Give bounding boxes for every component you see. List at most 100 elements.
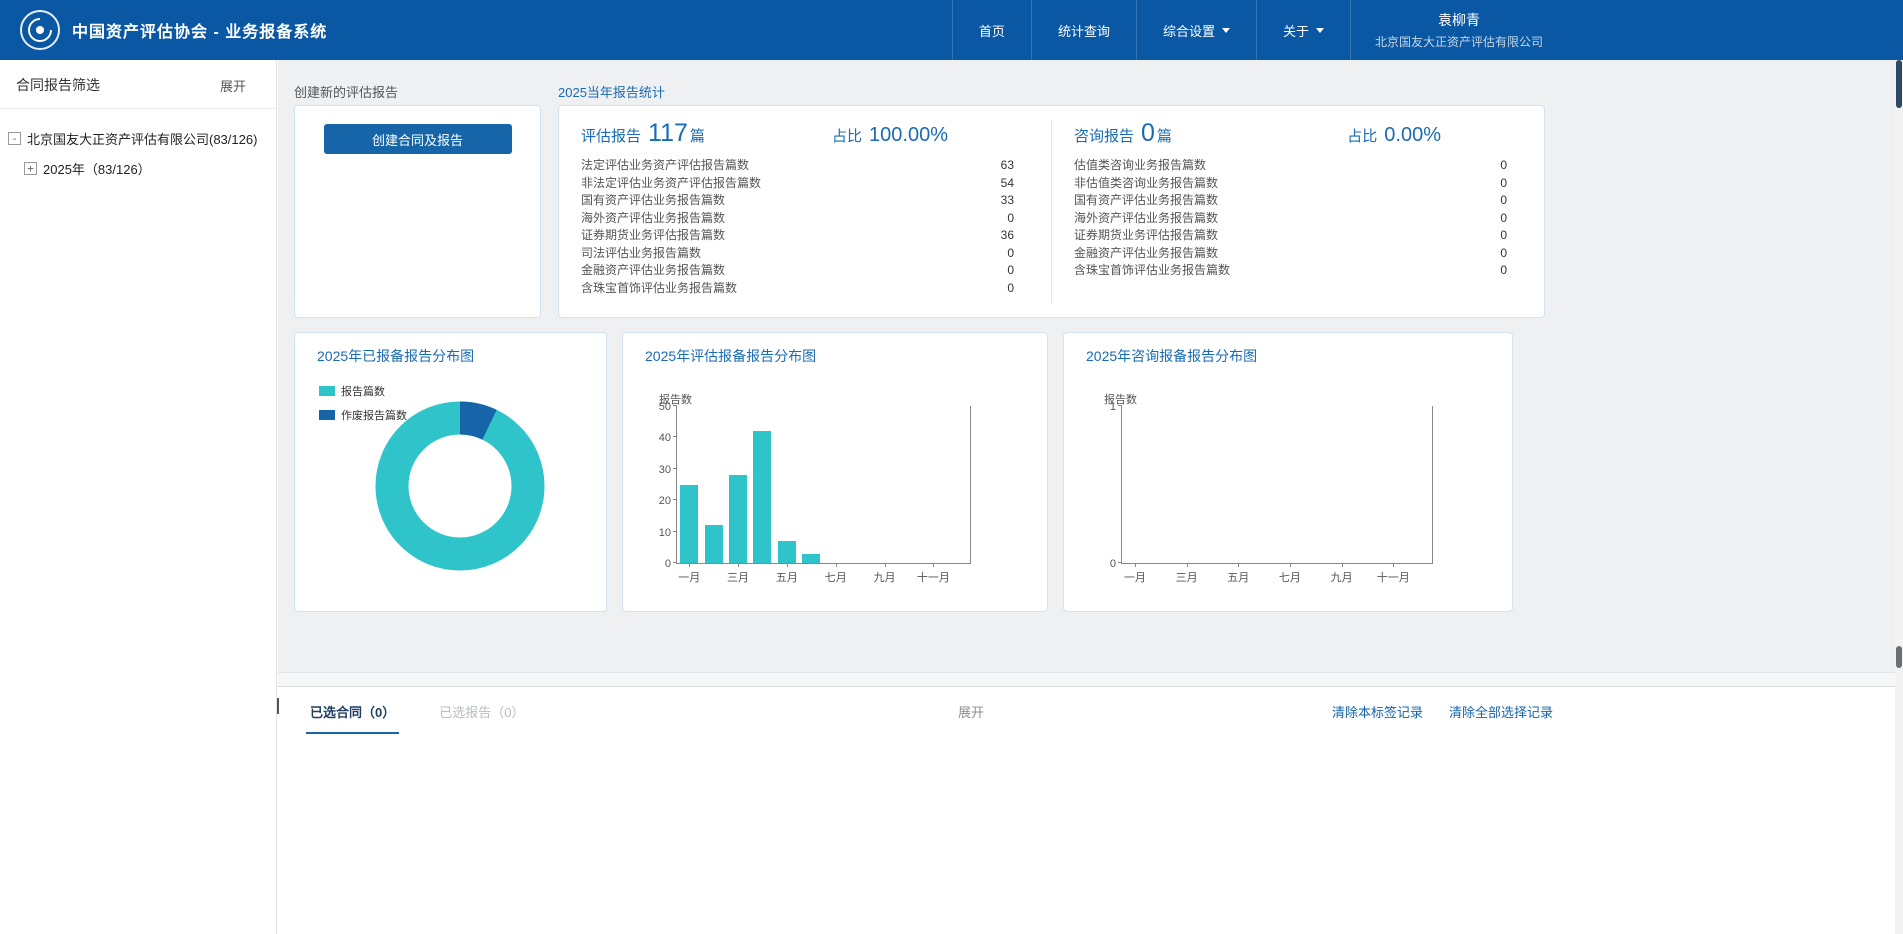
nav-items: 首页 统计查询 综合设置 关于 (952, 0, 1350, 60)
create-contract-report-button[interactable]: 创建合同及报告 (324, 124, 512, 154)
stat-row-label: 非估值类咨询业务报告篇数 (1074, 175, 1218, 193)
user-info[interactable]: 袁柳青 北京国友大正资产评估有限公司 (1350, 0, 1553, 60)
tree-item-year-2025-node[interactable]: +2025年（83/126） (8, 159, 268, 178)
chart-title: 2025年评估报备报告分布图 (623, 333, 1047, 366)
bar (778, 541, 796, 563)
chart-title: 2025年咨询报备报告分布图 (1064, 333, 1512, 366)
stat-row-value: 0 (1500, 210, 1507, 228)
donut-segment-reports (392, 418, 528, 554)
stat-row-value: 0 (1500, 262, 1507, 280)
stat-row-label: 金融资产评估业务报告篇数 (581, 262, 725, 280)
stat-row-label: 海外资产评估业务报告篇数 (581, 210, 725, 228)
consult-count: 0 (1141, 119, 1155, 148)
nav-item-home[interactable]: 首页 (952, 0, 1031, 60)
nav-item-label: 关于 (1283, 21, 1309, 40)
stat-row-value: 0 (1500, 227, 1507, 245)
x-tick-mark (1238, 563, 1239, 567)
eval-stats-rows: 法定评估业务资产评估报告篇数 63非法定评估业务资产评估报告篇数54国有资产评估业… (581, 157, 1014, 297)
content-footer-gap (278, 672, 1903, 686)
bar (729, 475, 747, 563)
app-title: 中国资产评估协会 - 业务报备系统 (72, 18, 327, 42)
stat-row-label: 估值类咨询业务报告篇数 (1074, 157, 1206, 175)
plot-area: 01一月三月五月七月九月十一月 (1121, 406, 1433, 564)
scrollbar-thumb-secondary[interactable] (1896, 646, 1902, 668)
y-tick-label: 30 (659, 464, 671, 476)
eval-monthly-chart-card: 2025年评估报备报告分布图 报告数 01020304050一月三月五月七月九月… (622, 332, 1048, 612)
x-tick-mark (1290, 563, 1291, 567)
stat-row-value: 54 (1001, 175, 1014, 193)
consult-ratio-label: 占比 (1347, 125, 1377, 146)
expand-icon[interactable]: + (24, 162, 37, 175)
stat-row: 非法定评估业务资产评估报告篇数54 (581, 175, 1014, 193)
stat-row: 金融资产评估业务报告篇数0 (1074, 245, 1507, 263)
y-tick-mark (1118, 405, 1122, 406)
stat-row: 金融资产评估业务报告篇数 0 (581, 262, 1014, 280)
tab-selected-contracts[interactable]: 已选合同（0） (306, 687, 399, 734)
stat-row-value: 0 (1500, 175, 1507, 193)
stat-row-label: 司法评估业务报告篇数 (581, 245, 701, 263)
eval-count-unit: 篇 (690, 125, 705, 146)
nav-item-label: 综合设置 (1163, 21, 1215, 40)
stat-row-value: 63 (1001, 157, 1014, 175)
x-tick-label: 三月 (1163, 569, 1211, 585)
eval-report-stats-column: 评估报告 117 篇 占比 100.00% 法定评估业务资产评估报告篇数 63非法… (559, 106, 1051, 317)
y-tick-mark (673, 562, 677, 563)
x-tick-mark (738, 563, 739, 567)
eval-count: 117 (648, 119, 688, 148)
user-company: 北京国友大正资产评估有限公司 (1375, 33, 1543, 50)
x-tick-label: 九月 (1318, 569, 1366, 585)
tree-item-label: 北京国友大正资产评估有限公司(83/126) (27, 129, 257, 148)
x-tick-label: 一月 (665, 569, 713, 585)
tab-selected-reports[interactable]: 已选报告（0） (435, 687, 528, 734)
eval-stats-header: 评估报告 117 篇 占比 100.00% (581, 119, 1014, 148)
navbar-brand-group: 中国资产评估协会 - 业务报备系统 (20, 0, 327, 60)
scrollbar-thumb[interactable] (1896, 60, 1902, 108)
panel-resize-handle[interactable] (277, 698, 279, 714)
y-tick-label: 50 (659, 401, 671, 413)
tree-item-label: 2025年（83/126） (43, 159, 151, 178)
y-tick-label: 20 (659, 495, 671, 507)
legend-swatch (319, 410, 335, 420)
consult-heading: 咨询报告 (1074, 125, 1134, 146)
stat-row-value: 0 (1007, 210, 1014, 228)
stat-row-value: 0 (1007, 262, 1014, 280)
nav-item-label: 统计查询 (1058, 21, 1110, 40)
x-tick-mark (836, 563, 837, 567)
plot-area: 01020304050一月三月五月七月九月十一月 (676, 406, 971, 564)
stat-row-label: 国有资产评估业务报告篇数 (1074, 192, 1218, 210)
clear-tab-records-link[interactable]: 清除本标签记录 (1332, 702, 1423, 721)
stat-row-value: 36 (1001, 227, 1014, 245)
stat-row: 含珠宝首饰评估业务报告篇数0 (581, 280, 1014, 298)
x-tick-label: 五月 (763, 569, 811, 585)
chevron-down-icon (1316, 28, 1324, 33)
nav-item-about[interactable]: 关于 (1256, 0, 1350, 60)
stat-row-label: 法定评估业务资产评估报告篇数 (581, 157, 749, 175)
stat-row: 海外资产评估业务报告篇数 0 (581, 210, 1014, 228)
collapse-icon[interactable]: - (8, 132, 21, 145)
stats-panel-title: 2025当年报告统计 (558, 82, 665, 101)
x-tick-mark (1342, 563, 1343, 567)
nav-item-statistics-query[interactable]: 统计查询 (1031, 0, 1136, 60)
nav-item-general-settings[interactable]: 综合设置 (1136, 0, 1256, 60)
eval-heading: 评估报告 (581, 125, 641, 146)
x-tick-label: 一月 (1111, 569, 1159, 585)
chart-title: 2025年已报备报告分布图 (295, 333, 606, 366)
stat-row: 非估值类咨询业务报告篇数 0 (1074, 175, 1507, 193)
x-tick-label: 七月 (1266, 569, 1314, 585)
x-tick-mark (787, 563, 788, 567)
stat-row: 国有资产评估业务报告篇数0 (1074, 192, 1507, 210)
x-tick-mark (933, 563, 934, 567)
logo-icon (20, 10, 60, 50)
selection-actions: 清除本标签记录 清除全部选择记录 (1332, 702, 1553, 721)
sidebar-expand-link[interactable]: 展开 (220, 76, 246, 95)
panel-expand-link[interactable]: 展开 (958, 702, 984, 721)
tree-item-company-node[interactable]: -北京国友大正资产评估有限公司(83/126) (8, 129, 268, 148)
stat-row-label: 含珠宝首饰评估业务报告篇数 (581, 280, 737, 298)
vertical-scrollbar[interactable] (1895, 60, 1903, 934)
stat-row-label: 国有资产评估业务报告篇数 (581, 192, 725, 210)
clear-all-records-link[interactable]: 清除全部选择记录 (1449, 702, 1553, 721)
x-tick-mark (689, 563, 690, 567)
donut-chart (375, 401, 545, 571)
bar (680, 485, 698, 564)
nav-item-label: 首页 (979, 21, 1005, 40)
